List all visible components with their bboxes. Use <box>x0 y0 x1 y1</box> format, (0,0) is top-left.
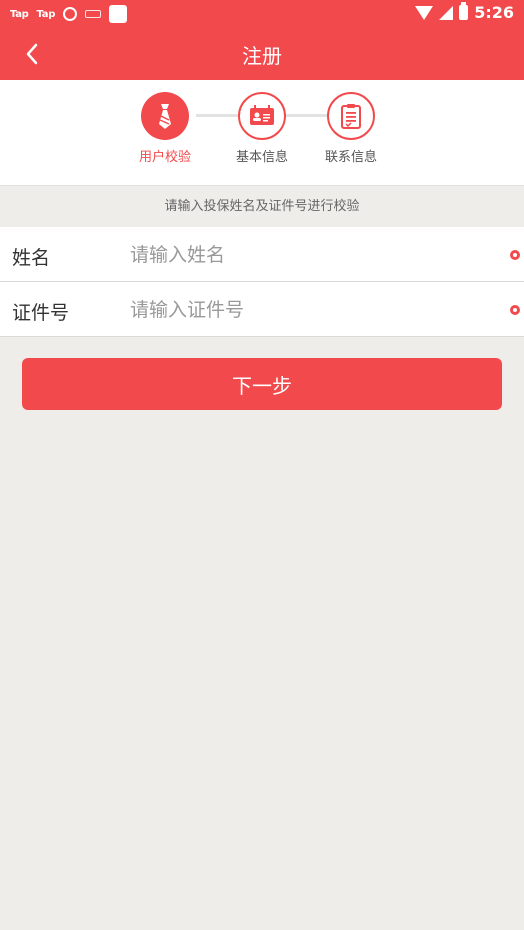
step-circle <box>238 92 286 140</box>
step-user-verify: 用户校验 <box>125 92 205 165</box>
signal-icon <box>439 5 454 20</box>
app-square-icon <box>109 5 128 23</box>
status-app-label: Tap <box>36 8 56 20</box>
name-row: 姓名 <box>0 227 524 282</box>
step-basic-info: 基本信息 <box>222 92 302 165</box>
required-icon <box>510 250 520 260</box>
page-title: 注册 <box>242 44 282 68</box>
id-number-row: 证件号 <box>0 282 524 337</box>
clipboard-icon <box>341 104 361 129</box>
status-bar: Tap Tap 5:26 <box>0 0 524 28</box>
keyboard-icon <box>85 10 102 18</box>
id-number-input[interactable] <box>128 294 492 326</box>
id-number-label: 证件号 <box>12 302 70 324</box>
status-app-label: Tap <box>10 8 29 20</box>
name-input[interactable] <box>128 239 492 271</box>
step-label: 联系信息 <box>324 150 377 165</box>
step-progress: 用户校验 基本信息 联系信息 <box>0 80 524 186</box>
wifi-icon <box>415 5 434 20</box>
next-step-button[interactable]: 下一步 <box>22 358 502 410</box>
step-circle <box>327 92 375 140</box>
name-label: 姓名 <box>12 247 51 269</box>
battery-icon <box>459 2 469 20</box>
header-bar: 注册 <box>0 28 524 80</box>
step-circle <box>141 92 189 140</box>
step-label: 用户校验 <box>138 150 191 165</box>
tie-icon <box>159 104 171 129</box>
sync-icon <box>63 7 78 21</box>
step-label: 基本信息 <box>235 150 288 165</box>
status-time: 5:26 <box>474 3 514 22</box>
id-card-icon <box>250 105 274 125</box>
verification-form: 姓名 证件号 <box>0 227 524 337</box>
required-icon <box>510 305 520 315</box>
verification-hint: 请输入投保姓名及证件号进行校验 <box>164 199 360 214</box>
step-contact-info: 联系信息 <box>311 92 391 165</box>
